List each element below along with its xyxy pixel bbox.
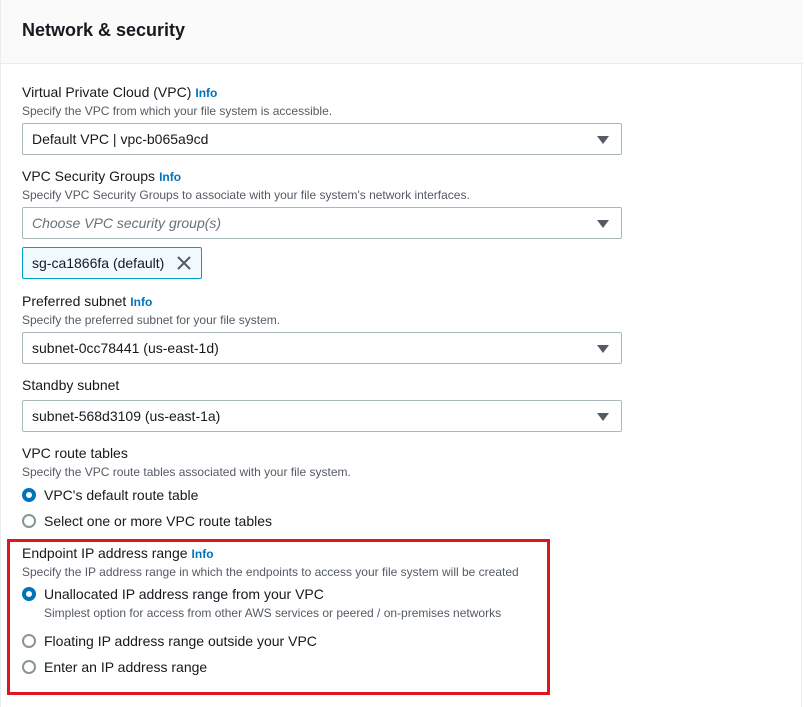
endpoint-ip-label: Endpoint IP address range Info: [22, 545, 214, 561]
endpoint-ip-info-link[interactable]: Info: [192, 547, 214, 561]
preferred-subnet-info-link[interactable]: Info: [130, 295, 152, 309]
endpoint-ip-option-custom-label: Enter an IP address range: [44, 659, 208, 675]
security-group-token-label: sg-ca1866fa (default): [32, 255, 165, 271]
endpoint-ip-description: Specify the IP address range in which th…: [22, 565, 519, 579]
preferred-subnet-label-text: Preferred subnet: [22, 293, 127, 309]
radio-button-checked[interactable]: [22, 488, 36, 502]
endpoint-ip-option-unallocated-label: Unallocated IP address range from your V…: [44, 586, 324, 602]
standby-subnet-value: subnet-568d3109 (us-east-1a): [32, 408, 221, 424]
radio-button[interactable]: [22, 660, 36, 674]
vpc-label: Virtual Private Cloud (VPC) Info: [22, 84, 217, 100]
endpoint-ip-label-text: Endpoint IP address range: [22, 545, 188, 561]
caret-down-icon: [597, 413, 609, 421]
vpc-description: Specify the VPC from which your file sys…: [22, 104, 333, 118]
endpoint-ip-option-unallocated-description: Simplest option for access from other AW…: [44, 606, 502, 620]
security-groups-label: VPC Security Groups Info: [22, 168, 181, 184]
network-security-panel: Network & security Virtual Private Cloud…: [0, 0, 803, 707]
vpc-label-text: Virtual Private Cloud (VPC): [22, 84, 192, 100]
close-icon[interactable]: [176, 254, 192, 272]
security-groups-info-link[interactable]: Info: [159, 170, 181, 184]
panel-title: Network & security: [22, 20, 186, 40]
security-groups-description: Specify VPC Security Groups to associate…: [22, 188, 470, 202]
standby-subnet-select[interactable]: subnet-568d3109 (us-east-1a): [22, 400, 622, 432]
caret-down-icon: [597, 345, 609, 353]
route-table-option-select-label: Select one or more VPC route tables: [44, 513, 273, 529]
security-groups-placeholder: Choose VPC security group(s): [32, 215, 222, 231]
security-groups-label-text: VPC Security Groups: [22, 168, 156, 184]
radio-button[interactable]: [22, 514, 36, 528]
preferred-subnet-label: Preferred subnet Info: [22, 293, 152, 309]
caret-down-icon: [597, 220, 609, 228]
endpoint-ip-option-floating-label: Floating IP address range outside your V…: [44, 633, 317, 649]
route-table-option-default-label: VPC's default route table: [44, 487, 199, 503]
vpc-info-link[interactable]: Info: [195, 86, 217, 100]
preferred-subnet-select[interactable]: subnet-0cc78441 (us-east-1d): [22, 332, 622, 364]
security-group-token: sg-ca1866fa (default): [22, 247, 202, 279]
caret-down-icon: [597, 136, 609, 144]
preferred-subnet-value: subnet-0cc78441 (us-east-1d): [32, 340, 219, 356]
route-tables-description: Specify the VPC route tables associated …: [22, 465, 351, 479]
radio-button[interactable]: [22, 634, 36, 648]
vpc-select-value: Default VPC | vpc-b065a9cd: [32, 131, 209, 147]
standby-subnet-label: Standby subnet: [22, 377, 120, 393]
radio-button-checked[interactable]: [22, 587, 36, 601]
security-groups-select[interactable]: Choose VPC security group(s): [22, 207, 622, 239]
vpc-select[interactable]: Default VPC | vpc-b065a9cd: [22, 123, 622, 155]
preferred-subnet-description: Specify the preferred subnet for your fi…: [22, 313, 281, 327]
route-tables-label: VPC route tables: [22, 445, 128, 461]
panel-header: Network & security: [1, 0, 803, 64]
